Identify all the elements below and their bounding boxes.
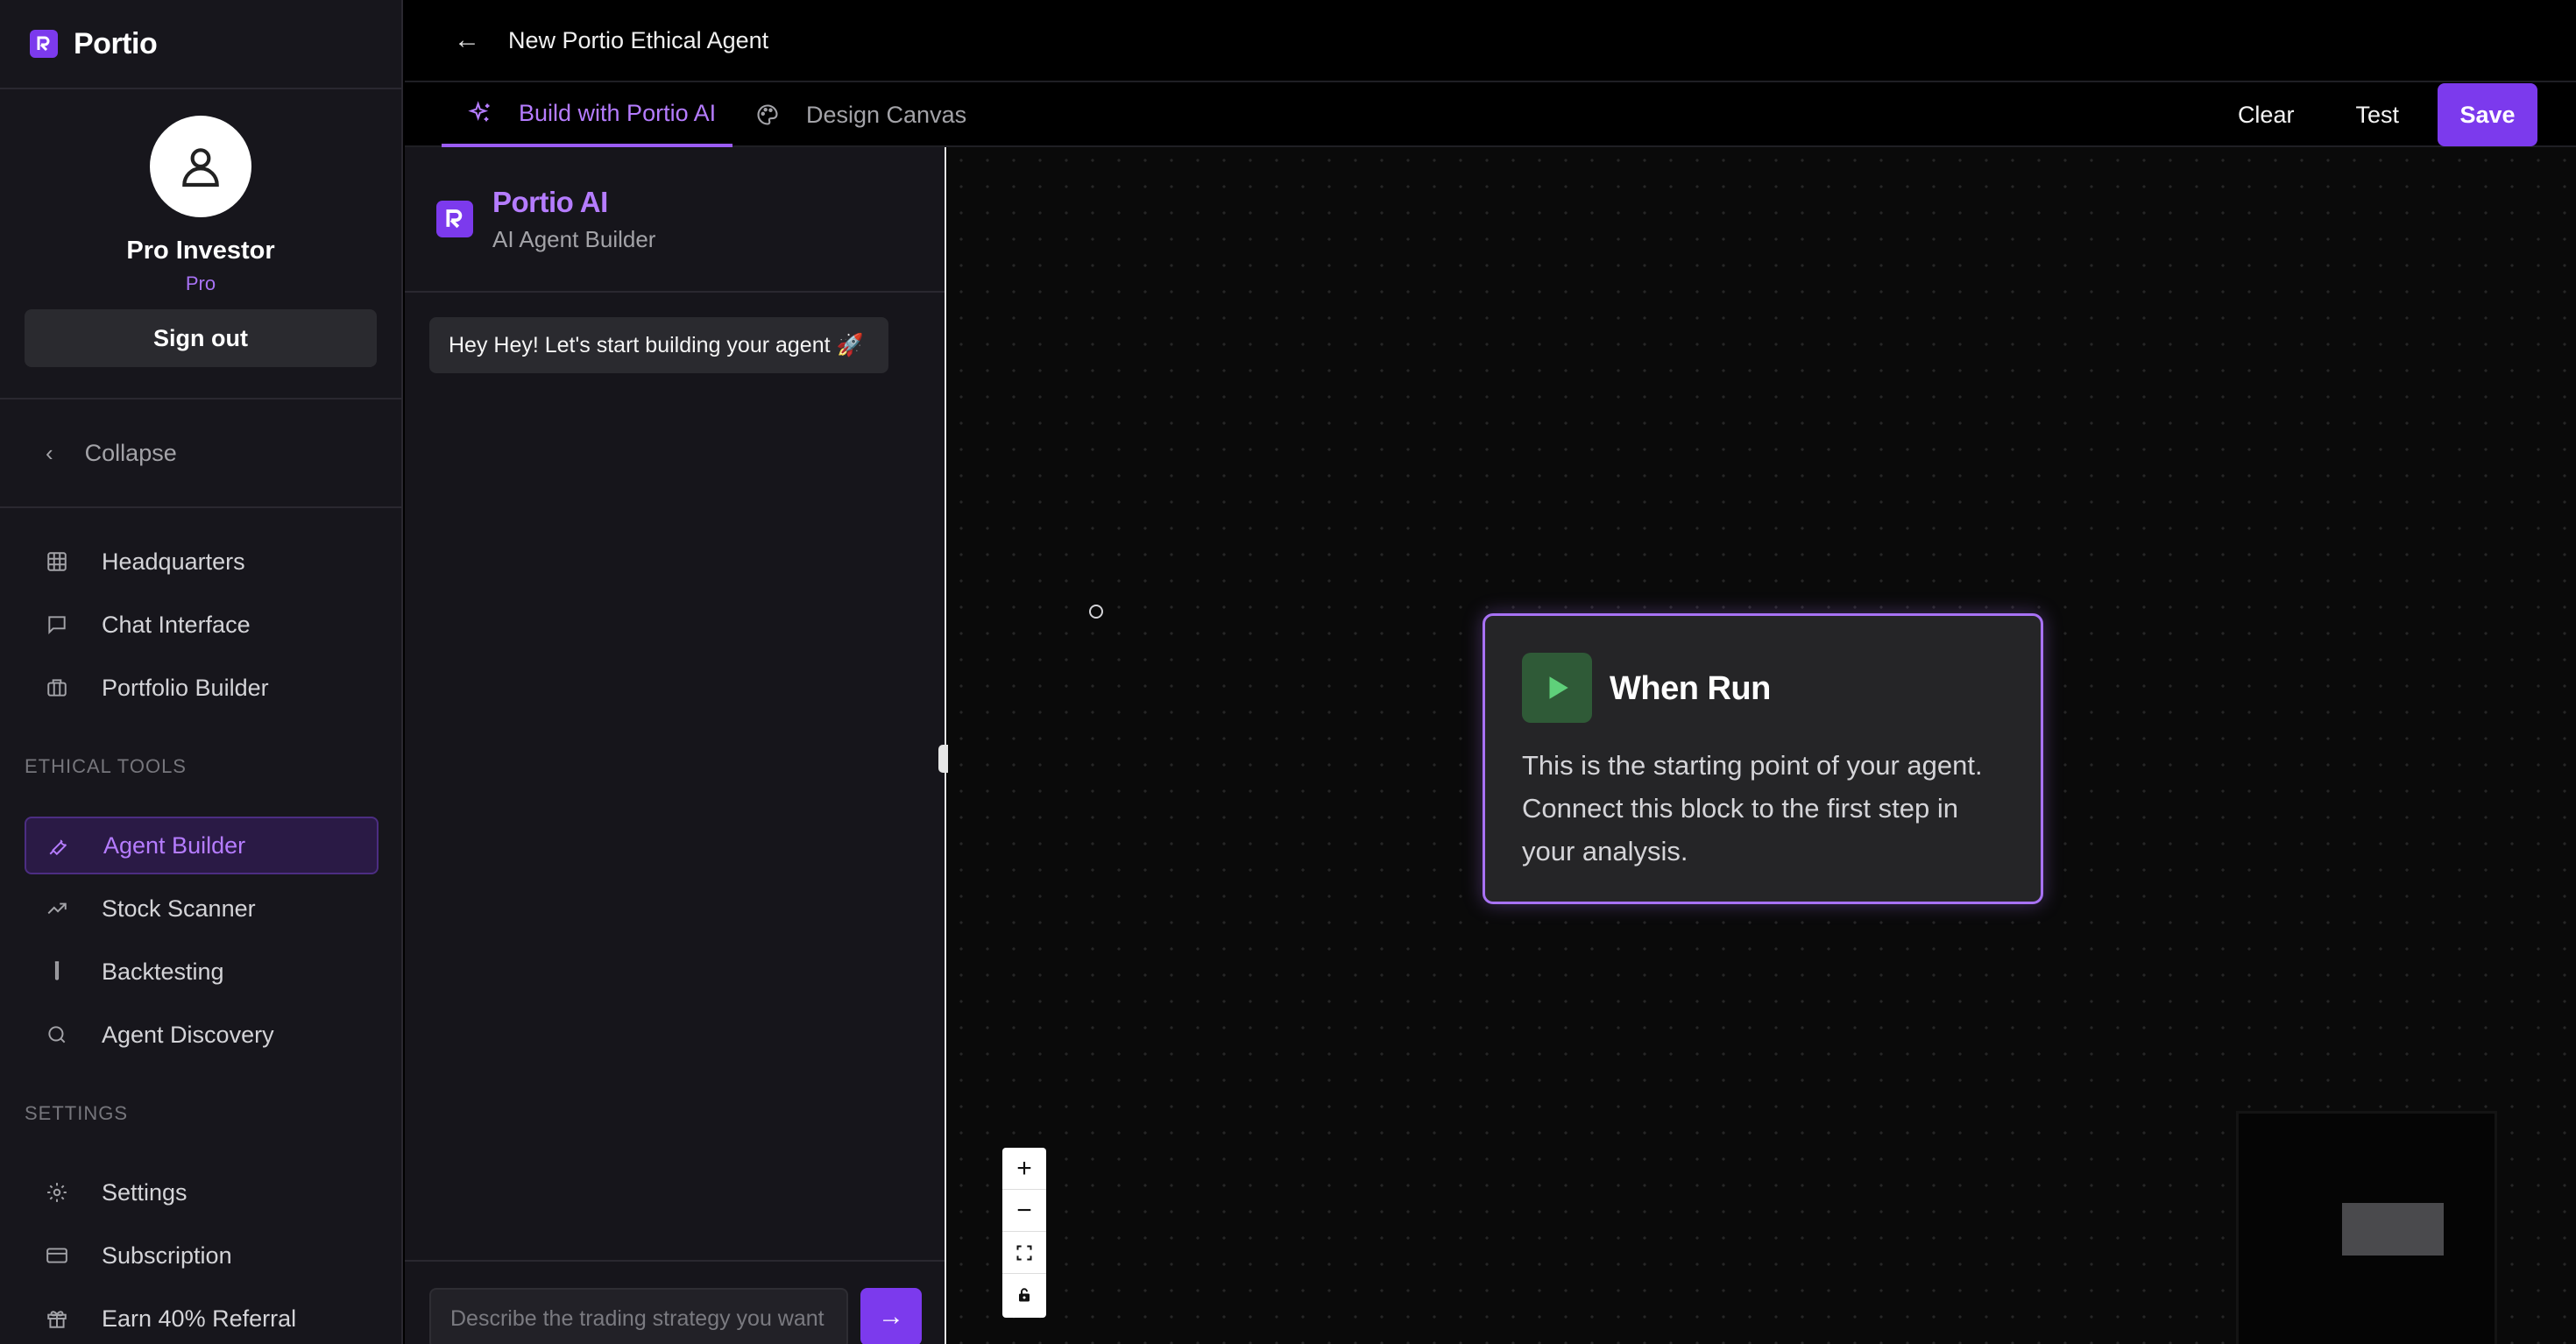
fit-view-button[interactable] [1002,1232,1046,1274]
sidebar-item-label: Settings [102,1178,188,1206]
section-label-settings: SETTINGS [25,1102,129,1124]
ai-chat-panel: Portio AI AI Agent Builder Hey Hey! Let'… [405,147,946,1344]
save-button[interactable]: Save [2438,83,2537,146]
zoom-out-button[interactable]: − [1002,1190,1046,1232]
search-icon [44,1022,70,1048]
send-button[interactable]: → [860,1288,922,1344]
page-title: New Portio Ethical Agent [508,26,769,53]
sidebar: Portio Pro Investor Pro Sign out ‹ Colla… [0,0,403,1344]
arrow-right-icon: → [878,1302,904,1331]
clear-button[interactable]: Clear [2238,102,2295,129]
sidebar-item-label: Backtesting [102,958,224,985]
sidebar-item-label: Agent Discovery [102,1021,274,1048]
brand-name: Portio [74,26,158,60]
sidebar-item-settings[interactable]: Settings [25,1164,379,1221]
sparkles-icon [468,101,492,125]
card-icon [44,1242,70,1269]
user-icon [182,148,219,187]
minimap-node [2342,1203,2444,1256]
assistant-message: Hey Hey! Let's start building your agent… [429,317,888,373]
collapse-button[interactable]: ‹ Collapse [0,400,401,508]
trending-up-icon [44,895,70,922]
lock-icon [1019,1288,1030,1302]
back-arrow-icon[interactable]: ← [454,25,480,55]
test-tube-icon [44,958,70,985]
briefcase-icon [44,675,70,701]
plus-icon: + [1016,1153,1032,1183]
toolbar-actions: Clear Test Save [2238,82,2537,147]
chat-composer: → [405,1260,945,1344]
sidebar-item-label: Agent Builder [103,831,246,859]
chat-icon [44,612,70,638]
sidebar-item-stock-scanner[interactable]: Stock Scanner [25,880,379,937]
minimap[interactable] [2236,1111,2497,1344]
node-description: This is the starting point of your agent… [1522,750,1983,867]
chat-subtitle: AI Agent Builder [492,225,656,252]
zoom-controls: + − [1002,1148,1046,1318]
wrench-icon [46,832,72,859]
grid-icon [44,548,70,575]
tab-label: Build with Portio AI [519,99,717,126]
zoom-in-button[interactable]: + [1002,1148,1046,1190]
strategy-input[interactable] [429,1288,848,1344]
node-output-handle[interactable] [1089,605,1103,619]
sidebar-item-backtesting[interactable]: Backtesting [25,943,379,1001]
tab-label: Design Canvas [806,101,967,128]
portio-ai-logo-icon [436,201,473,237]
sidebar-item-label: Headquarters [102,548,245,575]
brand-header[interactable]: Portio [0,0,401,89]
sidebar-item-agent-builder[interactable]: Agent Builder [25,817,379,874]
chat-title: Portio AI [492,185,608,218]
sidebar-item-label: Earn 40% Referral [102,1305,297,1332]
tab-bar: Build with Portio AI Design Canvas Clear… [405,82,2576,147]
sidebar-item-agent-discovery[interactable]: Agent Discovery [25,1006,379,1064]
portio-logo-icon [30,30,58,58]
sidebar-item-referral[interactable]: Earn 40% Referral [25,1290,379,1344]
sidebar-item-subscription[interactable]: Subscription [25,1227,379,1284]
tab-design-canvas[interactable]: Design Canvas [755,82,966,147]
fit-view-icon [1016,1245,1032,1260]
sidebar-item-label: Stock Scanner [102,895,256,922]
play-icon [1522,653,1592,723]
minus-icon: − [1016,1195,1032,1225]
main-nav: Headquarters Chat Interface Portfolio Bu… [25,533,379,722]
palette-icon [755,103,780,127]
sidebar-item-label: Portfolio Builder [102,674,269,701]
profile-card: Pro Investor Pro Sign out [0,89,401,400]
profile-name: Pro Investor [126,237,275,265]
node-title: When Run [1610,670,1771,707]
sidebar-item-portfolio-builder[interactable]: Portfolio Builder [25,659,379,717]
gear-icon [44,1179,70,1206]
tab-build-with-portio-ai[interactable]: Build with Portio AI [442,82,732,147]
section-label-ethical-tools: ETHICAL TOOLS [25,755,187,777]
sidebar-item-chat-interface[interactable]: Chat Interface [25,596,379,654]
avatar[interactable] [150,116,251,217]
sign-out-button[interactable]: Sign out [25,309,377,367]
ethical-tools-nav: Agent Builder Stock Scanner Backtesting … [25,817,379,1069]
sidebar-item-headquarters[interactable]: Headquarters [25,533,379,591]
test-button[interactable]: Test [2355,102,2399,129]
profile-plan-badge: Pro [185,272,216,294]
lock-button[interactable] [1002,1274,1046,1316]
collapse-label: Collapse [84,439,177,466]
chevron-left-icon: ‹ [46,439,53,466]
chat-header: Portio AI AI Agent Builder [405,147,945,293]
when-run-node[interactable]: When Run This is the starting point of y… [1483,613,2043,904]
sidebar-item-label: Chat Interface [102,611,251,638]
top-bar: ← New Portio Ethical Agent [405,0,2576,82]
settings-nav: Settings Subscription Earn 40% Referral [25,1164,379,1344]
sidebar-item-label: Subscription [102,1241,232,1269]
design-canvas[interactable]: When Run This is the starting point of y… [948,147,2576,1344]
gift-icon [44,1305,70,1332]
